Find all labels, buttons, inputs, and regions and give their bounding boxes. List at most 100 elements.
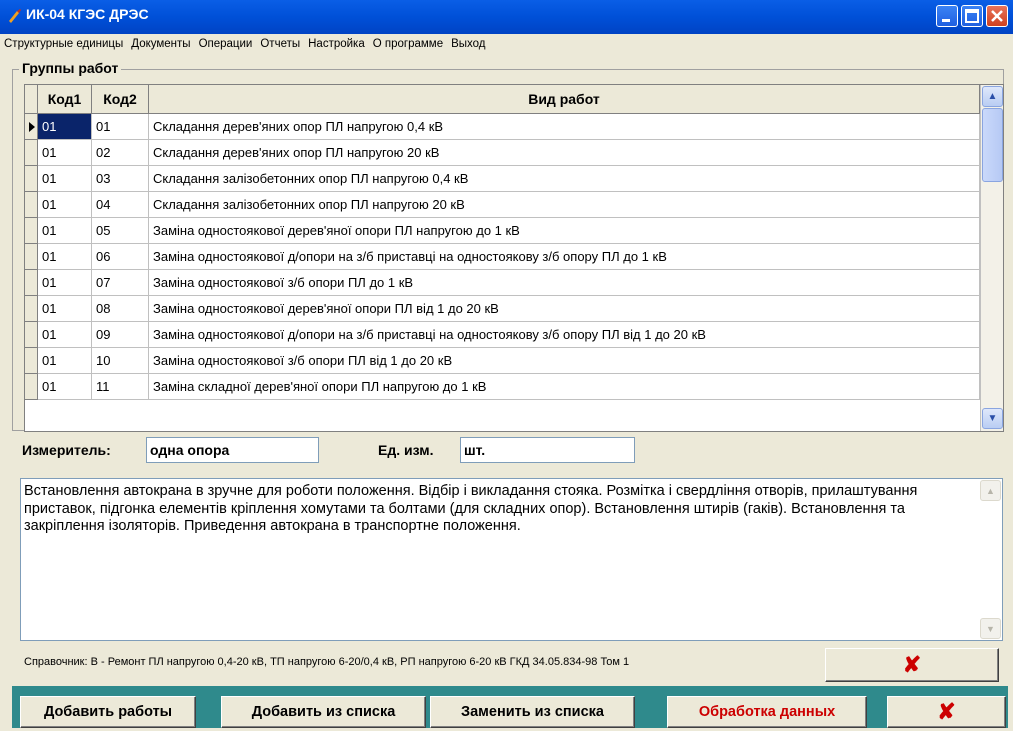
cell-code1[interactable]: 01	[38, 348, 92, 374]
minimize-button[interactable]	[936, 5, 958, 27]
cell-work-type[interactable]: Заміна одностоякової з/б опори ПЛ до 1 к…	[149, 270, 980, 296]
current-row-arrow-icon	[29, 122, 35, 132]
scroll-up-button[interactable]: ▲	[982, 86, 1003, 107]
row-indicator[interactable]	[25, 218, 38, 244]
row-indicator[interactable]	[25, 192, 38, 218]
cell-code2[interactable]: 06	[92, 244, 149, 270]
row-indicator[interactable]	[25, 244, 38, 270]
table-row[interactable]: 01 06 Заміна одностоякової д/опори на з/б …	[25, 244, 980, 270]
add-works-button[interactable]: Добавить работы	[20, 696, 196, 728]
replace-from-list-button[interactable]: Заменить из списка	[430, 696, 635, 728]
unit-field[interactable]: шт.	[460, 437, 635, 463]
measure-field[interactable]: одна опора	[146, 437, 319, 463]
grid-header-code2[interactable]: Код2	[92, 85, 149, 114]
cell-code2[interactable]: 01	[92, 114, 149, 140]
table-row[interactable]: 01 08 Заміна одностоякової дерев'яної опор…	[25, 296, 980, 322]
table-row[interactable]: 01 01 Складання дерев'яних опор ПЛ напруго…	[25, 114, 980, 140]
close-icon	[991, 10, 1003, 22]
cell-code2[interactable]: 02	[92, 140, 149, 166]
description-memo[interactable]: Встановлення автокрана в зручне для робо…	[20, 478, 1003, 641]
cell-code2[interactable]: 05	[92, 218, 149, 244]
cell-code1[interactable]: 01	[38, 114, 92, 140]
maximize-button[interactable]	[961, 5, 983, 27]
cell-work-type[interactable]: Заміна одностоякової д/опори на з/б прис…	[149, 244, 980, 270]
row-indicator[interactable]	[25, 270, 38, 296]
menu-exit[interactable]: Выход	[447, 38, 489, 50]
cell-code1[interactable]: 01	[38, 166, 92, 192]
cell-code1[interactable]: 01	[38, 218, 92, 244]
cell-code1[interactable]: 01	[38, 140, 92, 166]
row-indicator[interactable]	[25, 296, 38, 322]
menu-about[interactable]: О программе	[369, 38, 447, 50]
scroll-up-icon: ▲	[986, 485, 995, 496]
menu-structural-units[interactable]: Структурные единицы	[0, 38, 127, 50]
row-indicator[interactable]	[25, 140, 38, 166]
close-mark-icon: ✘	[937, 699, 956, 724]
cell-code1[interactable]: 01	[38, 270, 92, 296]
cell-code2[interactable]: 04	[92, 192, 149, 218]
row-indicator[interactable]	[25, 114, 38, 140]
scroll-down-icon: ▼	[986, 623, 995, 634]
measure-label: Измеритель:	[22, 442, 111, 458]
cell-work-type[interactable]: Заміна одностоякової д/опори на з/б прис…	[149, 322, 980, 348]
table-row[interactable]: 01 02 Складання дерев'яних опор ПЛ напруго…	[25, 140, 980, 166]
table-row[interactable]: 01 10 Заміна одностоякової з/б опори ПЛ ві…	[25, 348, 980, 374]
app-icon	[9, 9, 21, 23]
grid-header-code1[interactable]: Код1	[38, 85, 92, 114]
cell-code2[interactable]: 03	[92, 166, 149, 192]
cell-code2[interactable]: 10	[92, 348, 149, 374]
window-title: ИК-04 КГЭС ДРЭС	[26, 6, 149, 22]
cell-code1[interactable]: 01	[38, 374, 92, 400]
cell-code2[interactable]: 08	[92, 296, 149, 322]
menu-operations[interactable]: Операции	[195, 38, 257, 50]
table-row[interactable]: 01 11 Заміна складної дерев'яної опори ПЛ …	[25, 374, 980, 400]
cell-work-type[interactable]: Заміна одностоякової дерев'яної опори ПЛ…	[149, 296, 980, 322]
menu-settings[interactable]: Настройка	[304, 38, 369, 50]
cell-work-type[interactable]: Складання дерев'яних опор ПЛ напругою 0,…	[149, 114, 980, 140]
table-row[interactable]: 01 05 Заміна одностоякової дерев'яної опор…	[25, 218, 980, 244]
row-indicator[interactable]	[25, 374, 38, 400]
scroll-thumb[interactable]	[982, 108, 1003, 182]
cell-code1[interactable]: 01	[38, 244, 92, 270]
grid-header-work-type[interactable]: Вид работ	[149, 85, 980, 114]
grid-scrollbar[interactable]: ▲ ▼	[980, 85, 1003, 431]
table-row[interactable]: 01 03 Складання залізобетонних опор ПЛ нап…	[25, 166, 980, 192]
cell-code1[interactable]: 01	[38, 322, 92, 348]
scroll-down-button[interactable]: ▼	[982, 408, 1003, 429]
row-indicator[interactable]	[25, 348, 38, 374]
cell-work-type[interactable]: Складання залізобетонних опор ПЛ напруго…	[149, 192, 980, 218]
reference-text: Справочник: В - Ремонт ПЛ напругою 0,4-2…	[24, 656, 630, 668]
table-row[interactable]: 01 09 Заміна одностоякової д/опори на з/б …	[25, 322, 980, 348]
process-data-button[interactable]: Обработка данных	[667, 696, 867, 728]
add-from-list-button[interactable]: Добавить из списка	[221, 696, 426, 728]
close-form-button[interactable]: ✘	[887, 696, 1006, 728]
cell-code2[interactable]: 07	[92, 270, 149, 296]
row-indicator[interactable]	[25, 166, 38, 192]
maximize-icon	[965, 9, 979, 23]
row-indicator[interactable]	[25, 322, 38, 348]
reference-clear-button[interactable]: ✘	[825, 648, 999, 682]
table-row[interactable]: 01 07 Заміна одностоякової з/б опори ПЛ до…	[25, 270, 980, 296]
table-row[interactable]: 01 04 Складання залізобетонних опор ПЛ нап…	[25, 192, 980, 218]
cell-work-type[interactable]: Заміна складної дерев'яної опори ПЛ напр…	[149, 374, 980, 400]
cell-code1[interactable]: 01	[38, 296, 92, 322]
grid-header-indicator	[25, 85, 38, 114]
cell-code1[interactable]: 01	[38, 192, 92, 218]
menu-documents[interactable]: Документы	[127, 38, 194, 50]
cell-work-type[interactable]: Заміна одностоякової з/б опори ПЛ від 1 …	[149, 348, 980, 374]
cell-work-type[interactable]: Складання дерев'яних опор ПЛ напругою 20…	[149, 140, 980, 166]
menu-reports[interactable]: Отчеты	[256, 38, 304, 50]
cell-work-type[interactable]: Заміна одностоякової дерев'яної опори ПЛ…	[149, 218, 980, 244]
memo-scroll-down-button[interactable]: ▼	[980, 618, 1001, 639]
cell-code2[interactable]: 09	[92, 322, 149, 348]
work-groups-grid[interactable]: Код1 Код2 Вид работ 01 01 Складання дерев'…	[24, 84, 1004, 432]
scroll-up-icon: ▲	[987, 91, 998, 102]
cell-code2[interactable]: 11	[92, 374, 149, 400]
close-window-button[interactable]	[986, 5, 1008, 27]
memo-scrollbar[interactable]: ▲ ▼	[980, 479, 1002, 640]
minimize-icon	[942, 19, 950, 22]
unit-label: Ед. изм.	[378, 442, 434, 458]
memo-scroll-up-button[interactable]: ▲	[980, 480, 1001, 501]
cell-work-type[interactable]: Складання залізобетонних опор ПЛ напруго…	[149, 166, 980, 192]
menu-bar: Структурные единицы Документы Операции Отче…	[0, 38, 490, 58]
